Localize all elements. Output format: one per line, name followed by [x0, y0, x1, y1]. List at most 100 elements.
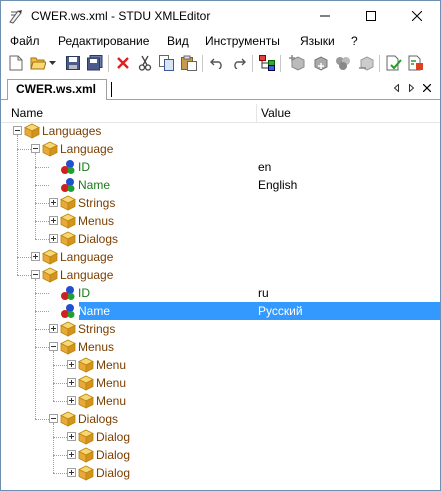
paste-button[interactable]	[180, 54, 198, 72]
tree-element-row[interactable]: Dialogs	[1, 230, 440, 248]
tab-close-button[interactable]	[421, 81, 433, 95]
node-value[interactable]: en	[258, 160, 271, 174]
save-button[interactable]	[64, 54, 82, 72]
node-value[interactable]: ru	[258, 286, 269, 300]
tree-connector-line	[35, 311, 49, 312]
expand-toggle[interactable]	[49, 234, 58, 243]
menu-languages[interactable]: Языки	[300, 34, 335, 48]
close-button[interactable]	[394, 1, 440, 31]
attribute-icon	[60, 159, 76, 175]
open-button[interactable]	[29, 54, 47, 72]
tree-element-row[interactable]: Menu	[1, 374, 440, 392]
expand-toggle[interactable]	[67, 360, 76, 369]
expand-toggle[interactable]	[67, 468, 76, 477]
menu-view[interactable]: Вид	[167, 34, 189, 48]
app-logo-icon	[9, 10, 22, 24]
copy-button[interactable]	[158, 54, 176, 72]
expand-toggle[interactable]	[49, 216, 58, 225]
tree-connector-line	[53, 365, 67, 366]
cut-button[interactable]	[136, 54, 154, 72]
delete-button[interactable]	[114, 54, 132, 72]
tree-element-row[interactable]: Language	[1, 140, 440, 158]
element-cube-icon	[78, 465, 94, 481]
new-file-button[interactable]	[7, 54, 25, 72]
expand-toggle[interactable]	[67, 378, 76, 387]
collapse-toggle[interactable]	[49, 414, 58, 423]
add-node-button[interactable]	[288, 54, 306, 72]
toolbar-separator	[202, 55, 203, 72]
tab-cwer-ws-xml[interactable]: CWER.ws.xml	[7, 79, 113, 100]
expand-toggle[interactable]	[31, 252, 40, 261]
expand-toggle[interactable]	[49, 198, 58, 207]
expand-toggle[interactable]	[67, 450, 76, 459]
element-cube-icon	[42, 267, 58, 283]
column-divider[interactable]	[256, 104, 257, 122]
expand-toggle[interactable]	[67, 396, 76, 405]
tree-element-row[interactable]: Dialogs	[1, 410, 440, 428]
tree-connector-line	[17, 275, 31, 276]
maximize-icon	[366, 11, 376, 21]
collapse-toggle[interactable]	[13, 126, 22, 135]
element-cube-icon	[60, 231, 76, 247]
tree-element-row[interactable]: Strings	[1, 194, 440, 212]
tree-element-row[interactable]: Menus	[1, 212, 440, 230]
tree-element-row[interactable]: Language	[1, 248, 440, 266]
column-header-name[interactable]: Name	[11, 106, 43, 120]
validate-button[interactable]	[385, 54, 403, 72]
element-cube-icon	[78, 429, 94, 445]
undo-button[interactable]	[208, 54, 226, 72]
tree-element-row[interactable]: Dialog	[1, 446, 440, 464]
redo-button[interactable]	[230, 54, 248, 72]
tree-element-row[interactable]: Strings	[1, 320, 440, 338]
menu-file[interactable]: Файл	[10, 34, 40, 48]
expand-toggle[interactable]	[67, 432, 76, 441]
minimize-icon	[320, 15, 330, 17]
node-name: Strings	[78, 196, 116, 210]
add-child-button[interactable]	[311, 54, 329, 72]
minimize-button[interactable]	[302, 1, 348, 31]
tree-attribute-row[interactable]: Name English	[1, 176, 440, 194]
menu-help[interactable]: ?	[351, 34, 358, 48]
collapse-toggle[interactable]	[31, 270, 40, 279]
tree-view-icon	[259, 55, 275, 71]
tree-connector-line	[35, 239, 49, 240]
tree-connector-line	[17, 257, 31, 258]
menu-edit[interactable]: Редактирование	[58, 34, 149, 48]
open-dropdown-button[interactable]	[47, 54, 57, 72]
toolbar-separator	[252, 55, 253, 72]
column-header-value[interactable]: Value	[261, 106, 291, 120]
close-icon	[423, 84, 431, 92]
save-all-icon	[87, 55, 103, 71]
collapse-toggle[interactable]	[49, 342, 58, 351]
element-cube-icon	[60, 321, 76, 337]
title-bar[interactable]: CWER.ws.xml - STDU XMLEditor	[1, 1, 440, 31]
tree-attribute-row[interactable]: Name Русский	[1, 302, 440, 320]
node-value[interactable]: English	[258, 178, 297, 192]
tree-element-row[interactable]: Languages	[1, 122, 440, 140]
tree-attribute-row[interactable]: ID en	[1, 158, 440, 176]
tree-element-row[interactable]: Menu	[1, 356, 440, 374]
add-attribute-button[interactable]	[334, 54, 352, 72]
save-icon	[66, 56, 80, 70]
tree-attribute-row[interactable]: ID ru	[1, 284, 440, 302]
maximize-button[interactable]	[348, 1, 394, 31]
paste-icon	[181, 55, 197, 71]
tree-element-row[interactable]: Language	[1, 266, 440, 284]
tree-view-button[interactable]	[258, 54, 276, 72]
node-value[interactable]: Русский	[258, 304, 303, 318]
node-name: Language	[60, 250, 114, 264]
tree-element-row[interactable]: Dialog	[1, 464, 440, 482]
menu-tools[interactable]: Инструменты	[205, 34, 280, 48]
tab-scroll-left-button[interactable]	[390, 81, 402, 95]
save-all-button[interactable]	[86, 54, 104, 72]
export-button[interactable]	[407, 54, 425, 72]
collapse-toggle[interactable]	[31, 144, 40, 153]
expand-toggle[interactable]	[49, 324, 58, 333]
tree-element-row[interactable]: Menu	[1, 392, 440, 410]
tree-element-row[interactable]: Dialog	[1, 428, 440, 446]
undo-icon	[210, 58, 222, 69]
xml-tree-view[interactable]: Languages Language ID en Name English Strings M…	[1, 122, 440, 490]
add-text-button[interactable]	[357, 54, 375, 72]
tab-scroll-right-button[interactable]	[405, 81, 417, 95]
tree-element-row[interactable]: Menus	[1, 338, 440, 356]
